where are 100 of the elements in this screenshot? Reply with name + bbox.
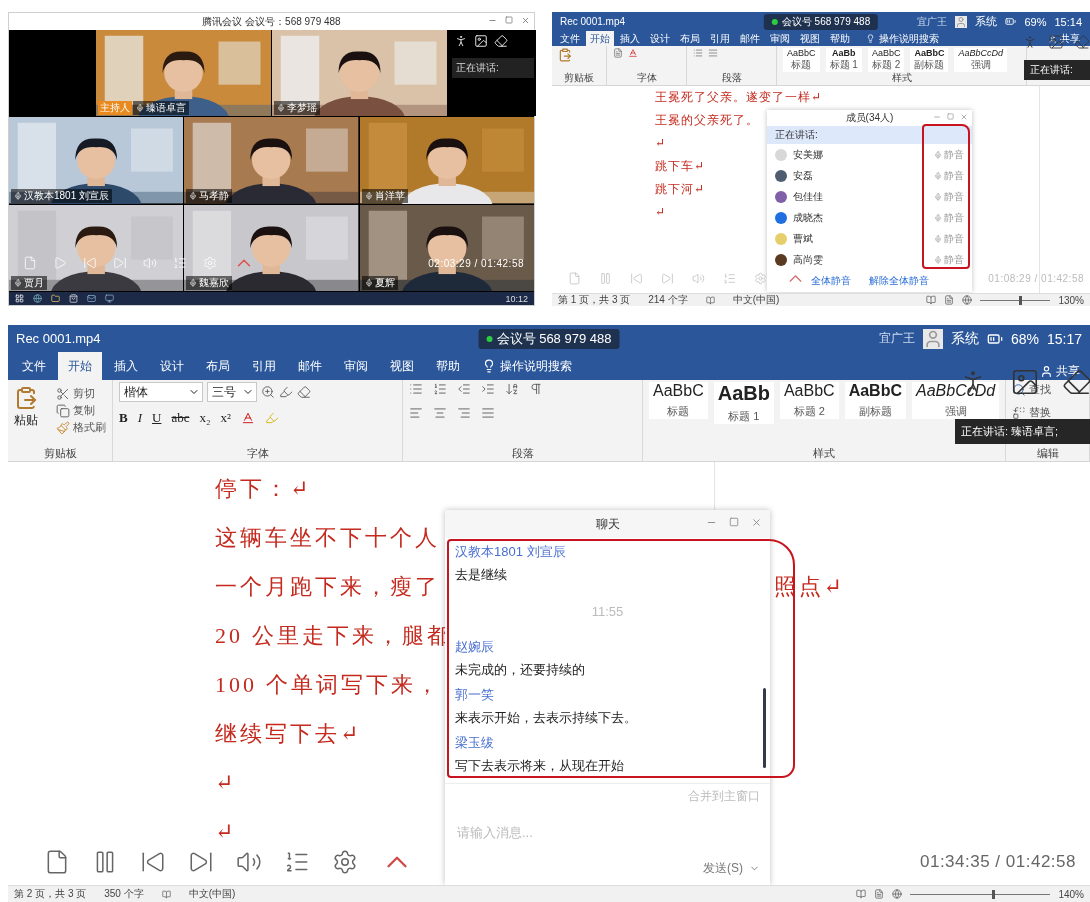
outdent-icon[interactable] [457, 382, 471, 396]
style-preset[interactable]: AaBbC 标题 2 [779, 382, 839, 419]
tell-me-search[interactable]: 操作说明搜索 [866, 31, 939, 46]
close-icon[interactable] [521, 16, 530, 25]
ribbon-tab[interactable]: 布局 [676, 31, 704, 46]
highlight-icon[interactable] [279, 385, 293, 399]
style-preset[interactable]: AaBb 标题 1 [713, 382, 774, 424]
style-preset[interactable]: AaBbC 副标题 [844, 382, 906, 419]
print-layout-icon[interactable] [874, 889, 885, 899]
ribbon-tab[interactable]: 文件 [12, 352, 56, 380]
maximize-icon[interactable] [947, 113, 954, 120]
format-button[interactable]: U [152, 410, 162, 426]
image-icon[interactable] [1010, 367, 1040, 397]
ribbon-tab[interactable]: 开始 [586, 31, 614, 46]
font-icon[interactable] [613, 48, 623, 58]
format-button[interactable]: abc [171, 410, 190, 426]
store-icon[interactable] [69, 294, 78, 303]
member-row[interactable]: 包佳佳 静音 [767, 186, 972, 207]
member-row[interactable]: 安美娜 静音 [767, 144, 972, 165]
align-right-icon[interactable] [457, 406, 471, 420]
ribbon-tab[interactable]: 开始 [58, 352, 102, 380]
format-button[interactable]: x² [220, 410, 231, 426]
cut-button[interactable]: 剪切 [56, 386, 106, 401]
format-painter-button[interactable]: 格式刷 [56, 420, 106, 435]
align-center-icon[interactable] [433, 406, 447, 420]
ribbon-tab[interactable]: 视图 [796, 31, 824, 46]
close-icon[interactable] [960, 113, 968, 121]
settings-icon[interactable] [332, 849, 358, 875]
member-row[interactable]: 曹斌 静音 [767, 228, 972, 249]
message-field[interactable]: 请输入消息... [455, 815, 760, 850]
tell-me-search[interactable]: 操作说明搜索 [482, 352, 572, 380]
clear-format-icon[interactable] [297, 385, 311, 399]
print-layout-icon[interactable] [944, 295, 955, 305]
ribbon-tab[interactable]: 帮助 [426, 352, 470, 380]
close-icon[interactable] [751, 517, 762, 528]
web-layout-icon[interactable] [892, 889, 903, 899]
ribbon-tab[interactable]: 帮助 [826, 31, 854, 46]
paste-button[interactable]: 粘贴 [14, 386, 38, 429]
ribbon-tab[interactable]: 审阅 [766, 31, 794, 46]
ribbon-tab[interactable]: 邮件 [288, 352, 332, 380]
ribbon-tab[interactable]: 引用 [242, 352, 286, 380]
start-icon[interactable] [15, 294, 24, 303]
style-preset[interactable]: AaBbC 标题 [649, 382, 708, 419]
ribbon-tab[interactable]: 审阅 [334, 352, 378, 380]
paste-icon[interactable] [558, 48, 572, 62]
share-button[interactable]: 共享 [1048, 32, 1086, 46]
style-preset[interactable]: AaBbC 副标题 [910, 48, 949, 72]
style-preset[interactable]: AaBb 标题 1 [825, 48, 862, 72]
person-icon[interactable] [1022, 34, 1038, 50]
bullets-icon[interactable] [693, 48, 703, 58]
read-mode-icon[interactable] [926, 295, 937, 305]
member-row[interactable]: 成晓杰 静音 [767, 207, 972, 228]
format-button[interactable]: I [137, 410, 142, 426]
ribbon-tab[interactable]: 引用 [706, 31, 734, 46]
font-color-icon[interactable] [240, 411, 255, 425]
ribbon-tab[interactable]: 文件 [556, 31, 584, 46]
bullets-icon[interactable] [409, 382, 423, 396]
ribbon-tab[interactable]: 邮件 [736, 31, 764, 46]
ribbon-tab[interactable]: 插入 [616, 31, 644, 46]
scrollbar[interactable] [763, 688, 766, 768]
maximize-icon[interactable] [505, 16, 513, 24]
style-preset[interactable]: AaBbCcDd 强调 [954, 48, 1007, 72]
slider-thumb[interactable] [1018, 295, 1022, 305]
sort-icon[interactable] [505, 382, 519, 396]
font-size-select[interactable]: 三号 [207, 382, 257, 402]
format-button[interactable]: B [119, 410, 128, 426]
justify-icon[interactable] [481, 406, 495, 420]
proofing-icon[interactable] [161, 889, 171, 899]
ribbon-tab[interactable]: 布局 [196, 352, 240, 380]
format-button[interactable]: x₂ [199, 410, 211, 426]
person-icon[interactable] [454, 34, 468, 48]
mute-all-button[interactable]: 全体静音 [810, 274, 851, 288]
ribbon-tab[interactable]: 视图 [380, 352, 424, 380]
playlist-icon[interactable] [173, 256, 187, 270]
style-preset[interactable]: AaBbC 标题 2 [867, 48, 905, 72]
maximize-icon[interactable] [729, 517, 739, 527]
monitor-icon[interactable] [105, 294, 114, 303]
align-left-icon[interactable] [409, 406, 423, 420]
mute-all-button[interactable]: 解除全体静音 [868, 274, 929, 288]
copy-button[interactable]: 复制 [56, 403, 106, 418]
style-preset[interactable]: AaBbCcDd 强调 [912, 382, 1000, 419]
font-select[interactable]: 楷体 [119, 382, 203, 402]
member-row[interactable]: 高尚雯 静音 [767, 249, 972, 270]
ribbon-tab[interactable]: 设计 [646, 31, 674, 46]
slider-thumb[interactable] [991, 889, 995, 899]
web-layout-icon[interactable] [962, 295, 973, 305]
replace-button[interactable]: 替换 [1012, 405, 1083, 420]
numbering-icon[interactable] [433, 382, 447, 396]
font-color-icon[interactable] [628, 48, 638, 58]
mail-icon[interactable] [87, 294, 96, 303]
justify-icon[interactable] [708, 48, 718, 58]
browser-icon[interactable] [33, 294, 42, 303]
ribbon-tab[interactable]: 插入 [104, 352, 148, 380]
ribbon-tab[interactable]: 设计 [150, 352, 194, 380]
proofing-icon[interactable] [705, 295, 715, 305]
folder-icon[interactable] [51, 294, 60, 303]
send-button[interactable]: 发送(S) [693, 856, 770, 885]
member-row[interactable]: 安磊 静音 [767, 165, 972, 186]
indent-icon[interactable] [481, 382, 495, 396]
grow-font-icon[interactable] [261, 385, 275, 399]
